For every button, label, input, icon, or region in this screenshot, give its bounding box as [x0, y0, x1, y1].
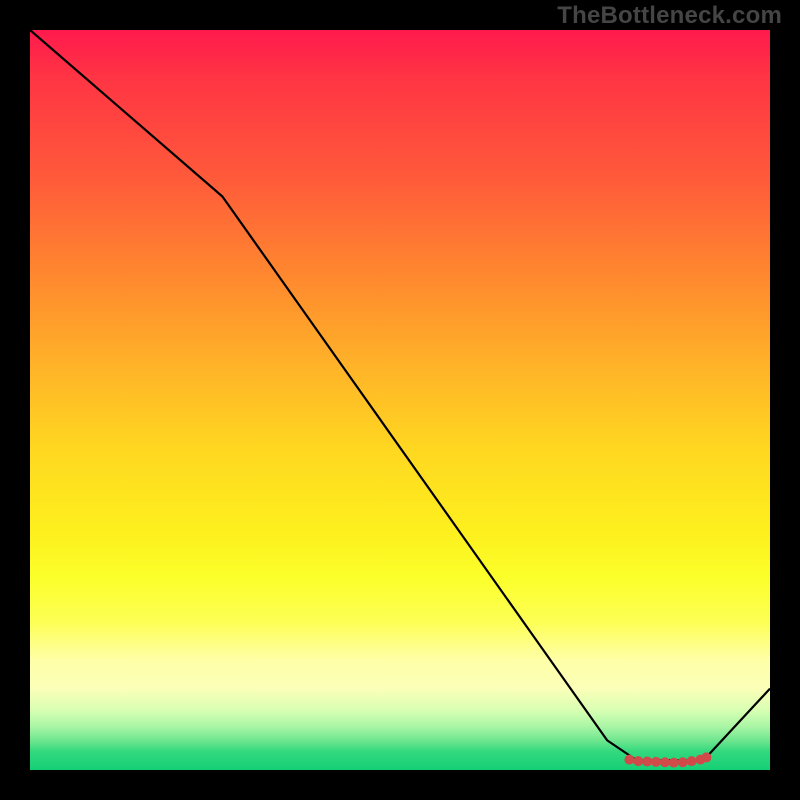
- optimum-dot: [669, 758, 679, 768]
- bottleneck-curve-line: [30, 30, 770, 760]
- plot-area: [30, 30, 770, 770]
- optimum-dot: [678, 757, 688, 767]
- chart-svg: [30, 30, 770, 770]
- optimum-dot: [633, 756, 643, 766]
- optimum-dot: [651, 757, 661, 767]
- optimum-dot: [642, 756, 652, 766]
- optimum-dot: [624, 755, 634, 765]
- optimum-dots-group: [624, 752, 711, 767]
- watermark-text: TheBottleneck.com: [557, 2, 782, 30]
- optimum-dot: [660, 757, 670, 767]
- optimum-dot: [687, 756, 697, 766]
- optimum-dot: [701, 752, 711, 762]
- chart-container: TheBottleneck.com: [0, 0, 800, 800]
